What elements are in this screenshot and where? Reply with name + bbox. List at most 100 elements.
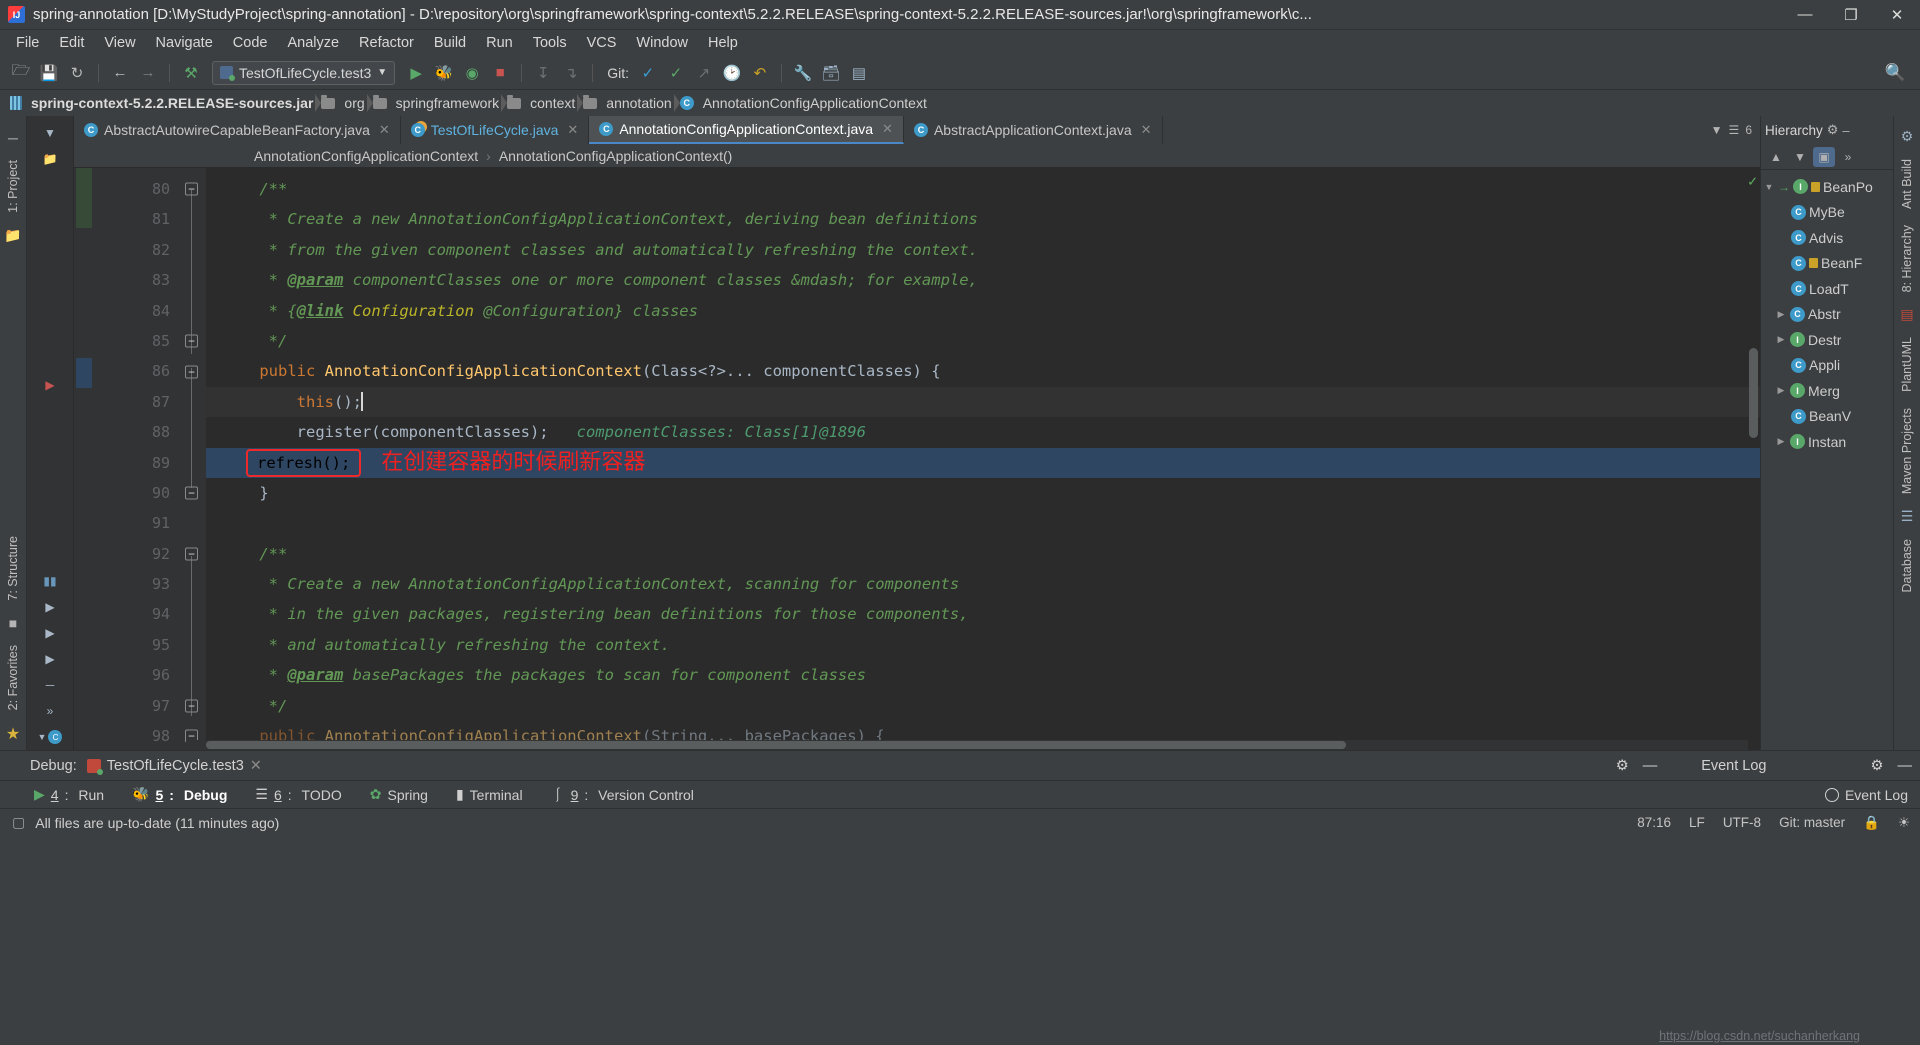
sidebar-item-ant-build[interactable]: Ant Build (1900, 151, 1914, 217)
sync-icon[interactable]: ↻ (64, 60, 90, 86)
gutter-line[interactable]: 93 (94, 569, 206, 599)
forward-arrow-icon[interactable]: → (135, 60, 161, 86)
event-log-hide-icon[interactable]: — (1898, 758, 1913, 774)
more-icon[interactable]: » (1837, 147, 1859, 167)
collapse-all-icon[interactable]: ─ (8, 124, 18, 152)
bottom-tab-todo[interactable]: ☰ 6: TODO (251, 784, 345, 805)
expand-toggle-icon-5[interactable]: ▶ (1775, 309, 1787, 320)
hierarchy-node-4[interactable]: C LoadT (1761, 276, 1893, 302)
menu-code[interactable]: Code (223, 32, 278, 54)
bottom-tab-spring[interactable]: ✿ Spring (366, 784, 432, 805)
maven-refresh-icon[interactable]: ⚙ (1901, 122, 1914, 151)
sidebar-item-plantuml[interactable]: PlantUML (1900, 329, 1914, 400)
event-log-button[interactable]: Event Log (1824, 787, 1908, 803)
gutter-line[interactable]: 91 (94, 508, 206, 538)
back-arrow-icon[interactable]: ← (107, 60, 133, 86)
history-icon[interactable]: 🕑 (719, 60, 745, 86)
revert-icon[interactable]: ↶ (747, 60, 773, 86)
inspection-ok-icon[interactable]: ✓ (1748, 172, 1757, 190)
save-all-icon[interactable]: 💾 (36, 60, 62, 86)
expand-toggle-icon-10[interactable]: ▶ (1775, 436, 1787, 447)
inspection-level-icon[interactable]: ☀ (1898, 815, 1910, 831)
event-log-gear-icon[interactable]: ⚙ (1871, 758, 1884, 774)
navbar-item-class[interactable]: C AnnotationConfigApplicationContext (679, 95, 935, 111)
hierarchy-node-7[interactable]: C Appli (1761, 353, 1893, 379)
tab-abstract-application-context[interactable]: C AbstractApplicationContext.java ✕ (904, 116, 1163, 144)
tab-close-icon-3[interactable]: ✕ (1141, 122, 1152, 138)
gutter-line[interactable]: 95 (94, 630, 206, 660)
navbar-item-annotation[interactable]: annotation (583, 94, 679, 111)
tab-close-icon-0[interactable]: ✕ (379, 122, 390, 138)
sidebar-item-favorites[interactable]: 2: Favorites (6, 637, 20, 718)
expand-toggle-icon-6[interactable]: ▶ (1775, 334, 1787, 345)
minimize-icon[interactable]: – (1842, 123, 1849, 138)
menu-window[interactable]: Window (626, 32, 698, 54)
navbar-item-org[interactable]: org (321, 94, 372, 111)
menu-analyze[interactable]: Analyze (277, 32, 349, 54)
plantuml-icon[interactable]: ▤ (1900, 300, 1913, 329)
menu-file[interactable]: File (6, 32, 49, 54)
caret-position[interactable]: 87:16 (1637, 815, 1671, 830)
supertypes-hierarchy-icon[interactable]: ▼ (1789, 147, 1811, 167)
debug-icon[interactable]: 🐝 (431, 60, 457, 86)
fold-toggle-icon-3[interactable]: − (185, 365, 198, 379)
menu-vcs[interactable]: VCS (577, 32, 627, 54)
bottom-tab-version-control[interactable]: ⎰ 9: Version Control (547, 783, 698, 807)
tab-test-of-life-cycle[interactable]: C TestOfLifeCycle.java ✕ (401, 116, 590, 144)
hierarchy-node-5[interactable]: ▶ C Abstr (1761, 302, 1893, 328)
subtypes-hierarchy-icon[interactable]: ▲ (1765, 147, 1787, 167)
annotated-refresh-call[interactable]: refresh(); (246, 449, 362, 478)
gutter-line[interactable]: 87 (94, 387, 206, 417)
open-project-icon[interactable]: 🗁 (8, 60, 34, 86)
navbar-item-springframework[interactable]: springframework (372, 94, 507, 111)
debug-session-close-icon[interactable]: ✕ (250, 758, 262, 774)
menu-build[interactable]: Build (424, 32, 476, 54)
chevron-down-tabs-icon[interactable]: ▼ (1711, 123, 1723, 137)
wrench-icon[interactable]: 🔧 (790, 60, 816, 86)
commit-icon[interactable]: ✓ (663, 60, 689, 86)
strip-expand-icon[interactable]: ▼ (27, 120, 73, 146)
bottom-tab-run[interactable]: ▶ 4: Run (30, 784, 108, 805)
gutter-line[interactable]: −86 (94, 356, 206, 386)
hscroll-thumb[interactable] (206, 741, 1346, 749)
fold-toggle-icon[interactable]: − (185, 182, 198, 196)
run-coverage-icon[interactable]: ◉ (459, 60, 485, 86)
strip-folder-icon[interactable]: 📁 (27, 146, 73, 172)
hierarchy-node-0[interactable]: ▼ → I BeanPo (1761, 174, 1893, 200)
gutter-line[interactable]: 94 (94, 599, 206, 629)
hierarchy-node-9[interactable]: C BeanV (1761, 404, 1893, 430)
sidebar-item-database[interactable]: Database (1900, 531, 1914, 601)
fold-toggle-icon-2[interactable]: − (185, 334, 198, 348)
run-configuration-selector[interactable]: TestOfLifeCycle.test3 ▼ (212, 60, 396, 85)
hierarchy-node-6[interactable]: ▶ I Destr (1761, 327, 1893, 353)
strip-chart-icon[interactable]: ▮▮ (27, 568, 73, 594)
gutter-line[interactable]: −85 (94, 326, 206, 356)
strip-run-1-icon[interactable]: ▶ (27, 594, 73, 620)
debug-settings-gear-icon[interactable]: ⚙ (1616, 758, 1629, 774)
push-icon[interactable]: ↗ (691, 60, 717, 86)
sidebar-item-maven[interactable]: Maven Projects (1900, 400, 1914, 502)
gutter-line[interactable]: 88 (94, 417, 206, 447)
code-line-highlighted[interactable]: refresh(); 在创建容器的时候刷新容器 (206, 447, 1760, 478)
gutter-line[interactable]: 89 (94, 448, 206, 478)
hierarchy-node-10[interactable]: ▶ I Instan (1761, 429, 1893, 455)
step-into-icon[interactable]: ↴ (558, 60, 584, 86)
hierarchy-tree[interactable]: ▼ → I BeanPo C MyBe C Advis C BeanF C Lo… (1761, 170, 1893, 750)
sidebar-item-structure[interactable]: 7: Structure (6, 528, 20, 609)
navbar-item-jar[interactable]: spring-context-5.2.2.RELEASE-sources.jar (10, 95, 321, 111)
menu-navigate[interactable]: Navigate (146, 32, 223, 54)
tab-close-icon-1[interactable]: ✕ (567, 122, 578, 138)
breadcrumb-class[interactable]: AnnotationConfigApplicationContext (254, 148, 478, 164)
fold-toggle-icon-5[interactable]: − (185, 547, 198, 561)
gear-icon[interactable]: ⚙ (1827, 122, 1839, 138)
gutter-line[interactable]: −92 (94, 539, 206, 569)
gutter-line[interactable]: 82 (94, 235, 206, 265)
fold-toggle-icon-4[interactable]: − (185, 486, 198, 500)
hierarchy-node-1[interactable]: C MyBe (1761, 200, 1893, 226)
navbar-item-context[interactable]: context (507, 94, 583, 111)
menu-help[interactable]: Help (698, 32, 748, 54)
menu-edit[interactable]: Edit (49, 32, 94, 54)
code-text[interactable]: /** * Create a new AnnotationConfigAppli… (206, 168, 1760, 750)
stop-icon[interactable]: ■ (487, 60, 513, 86)
strip-breakpoint-icon[interactable]: ▶ (27, 372, 73, 398)
